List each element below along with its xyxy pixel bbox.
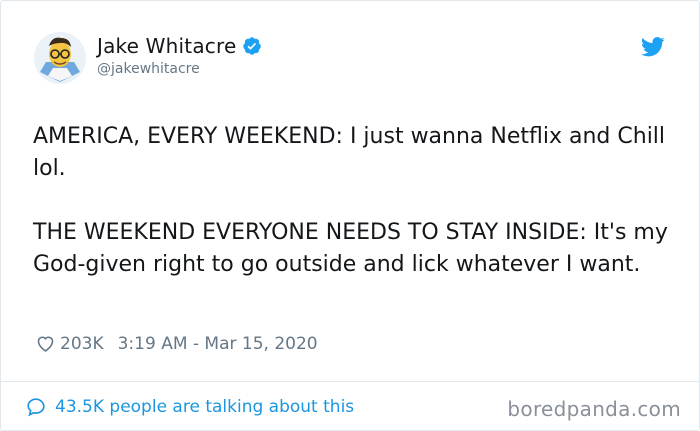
people-talking-label[interactable]: 43.5K people are talking about this: [55, 397, 354, 417]
author-name-row[interactable]: Jake Whitacre: [97, 34, 262, 58]
divider: [1, 381, 699, 382]
speech-bubble-icon: [27, 398, 45, 417]
tweet-text: AMERICA, EVERY WEEKEND: I just wanna Net…: [33, 124, 668, 277]
cartoon-avatar-icon: [34, 32, 86, 84]
user-handle[interactable]: @jakewhitacre: [97, 61, 200, 77]
watermark: boredpanda.com: [507, 397, 681, 421]
people-talking-link[interactable]: 43.5K people are talking about this: [25, 396, 354, 418]
display-name[interactable]: Jake Whitacre: [97, 34, 236, 58]
tweet-card: Jake Whitacre @jakewhitacre AMERICA, EVE…: [0, 0, 700, 431]
twitter-bird-icon[interactable]: [641, 37, 665, 57]
avatar[interactable]: [34, 32, 86, 84]
tweet-meta: 203K 3:19 AM - Mar 15, 2020: [35, 333, 318, 354]
tweet-timestamp[interactable]: 3:19 AM - Mar 15, 2020: [118, 334, 318, 354]
heart-icon[interactable]: [35, 333, 56, 354]
verified-badge-icon: [243, 37, 262, 55]
like-count[interactable]: 203K: [60, 334, 104, 354]
